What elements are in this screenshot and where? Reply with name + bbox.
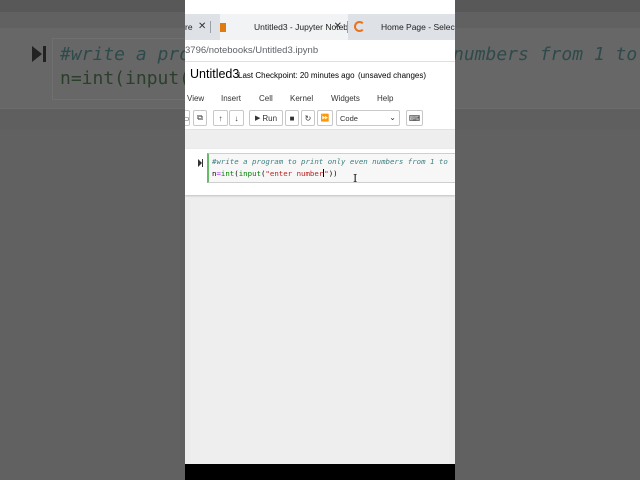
tab-label: Home Page - Select or c xyxy=(381,22,455,32)
background-topbar xyxy=(455,0,640,12)
menu-view[interactable]: View xyxy=(187,94,204,103)
background-left-zoom: #write a program to print only even numb… xyxy=(0,0,185,480)
arrow-down-icon: ↓ xyxy=(234,113,239,123)
code-cell-editor[interactable]: #write a program to print only even numb… xyxy=(207,153,455,183)
checkpoint-status: Last Checkpoint: 20 minutes ago xyxy=(238,71,355,80)
loading-spinner-icon xyxy=(354,21,365,32)
tab-previous[interactable]: re ✕ xyxy=(185,14,220,40)
background-run-icon xyxy=(32,46,42,62)
code-line-comment: #write a program to print only even numb… xyxy=(212,157,448,166)
stop-icon: ■ xyxy=(289,113,295,123)
menu-cell[interactable]: Cell xyxy=(259,94,273,103)
interrupt-button[interactable]: ■ xyxy=(285,110,299,126)
unsaved-indicator: (unsaved changes) xyxy=(358,71,427,80)
background-strip xyxy=(0,108,185,130)
run-icon: ▶ xyxy=(254,115,261,122)
restart-button[interactable]: ↻ xyxy=(301,110,315,126)
menu-kernel[interactable]: Kernel xyxy=(290,94,313,103)
code-string: "enter number xyxy=(265,169,324,178)
copy-button[interactable]: ▭ xyxy=(185,110,190,126)
arrow-up-icon: ↑ xyxy=(218,113,223,123)
move-up-button[interactable]: ↑ xyxy=(213,110,228,126)
menu-help[interactable]: Help xyxy=(377,94,393,103)
notebook-page: #write a program to print only even numb… xyxy=(185,149,455,195)
chevron-down-icon: ⌄ xyxy=(389,113,396,122)
background-comment-text-right: numbers from 1 to xyxy=(455,44,638,65)
notebook-workarea: #write a program to print only even numb… xyxy=(185,141,455,464)
close-icon[interactable]: ✕ xyxy=(198,21,206,32)
background-run-icon-bar xyxy=(43,46,46,62)
tab-label: re xyxy=(185,22,193,32)
url-text: 3796/notebooks/Untitled3.ipynb xyxy=(185,45,319,56)
menu-insert[interactable]: Insert xyxy=(221,94,241,103)
background-strip xyxy=(455,108,640,130)
code-fn-int: int xyxy=(220,169,235,178)
bottom-black-bar xyxy=(185,464,455,480)
code-close-parens: )) xyxy=(328,169,338,178)
paste-icon: ⧉ xyxy=(197,113,203,122)
cell-type-select[interactable]: Code ⌄ xyxy=(336,110,400,126)
tab-untitled3[interactable]: Untitled3 - Jupyter Notebo ✕ xyxy=(220,14,348,40)
keyboard-icon: ⌨ xyxy=(408,113,421,123)
background-cell-band xyxy=(455,28,640,108)
tab-separator xyxy=(210,21,211,33)
browser-window: re ✕ Untitled3 - Jupyter Notebo ✕ Home P… xyxy=(185,0,455,464)
move-down-button[interactable]: ↓ xyxy=(229,110,244,126)
cell-type-value: Code xyxy=(340,113,358,123)
restart-run-all-button[interactable]: ⏩ xyxy=(317,110,333,126)
paste-button[interactable]: ⧉ xyxy=(193,110,207,126)
code-line-input: n=int(input("enter number")) xyxy=(212,169,338,178)
menu-widgets[interactable]: Widgets xyxy=(331,94,360,103)
fast-forward-icon: ⏩ xyxy=(320,115,330,122)
command-palette-button[interactable]: ⌨ xyxy=(406,110,423,126)
copy-icon: ▭ xyxy=(185,113,190,123)
jupyter-notebook-icon xyxy=(220,23,226,32)
menu-bar: View Insert Cell Kernel Widgets Help xyxy=(185,90,455,106)
run-button[interactable]: ▶ Run xyxy=(249,110,283,126)
code-fn-input: input xyxy=(238,169,261,178)
notebook-title[interactable]: Untitled3 xyxy=(190,67,239,81)
background-topbar xyxy=(0,0,185,12)
background-right-zoom: numbers from 1 to xyxy=(455,0,640,480)
screen: #write a program to print only even numb… xyxy=(0,0,640,480)
background-code-text: n=int(input( xyxy=(60,68,185,89)
background-comment-text: #write a program to print only even numb… xyxy=(60,44,185,65)
run-label: Run xyxy=(262,113,278,123)
notebook-header: Untitled3 Last Checkpoint: 20 minutes ag… xyxy=(185,62,455,88)
tab-strip: re ✕ Untitled3 - Jupyter Notebo ✕ Home P… xyxy=(185,14,455,40)
toolbar-divider xyxy=(185,129,455,141)
address-bar[interactable]: 3796/notebooks/Untitled3.ipynb xyxy=(185,40,455,62)
run-cell-icon-bar xyxy=(202,159,203,167)
restart-icon: ↻ xyxy=(304,113,312,123)
mouse-ibeam-cursor: I xyxy=(353,172,358,185)
close-icon[interactable]: ✕ xyxy=(334,21,342,32)
notebook-toolbar: ▭ ⧉ ↑ ↓ ▶ Run ■ ↻ ⏩ Code ⌄ ⌨ xyxy=(185,108,455,128)
